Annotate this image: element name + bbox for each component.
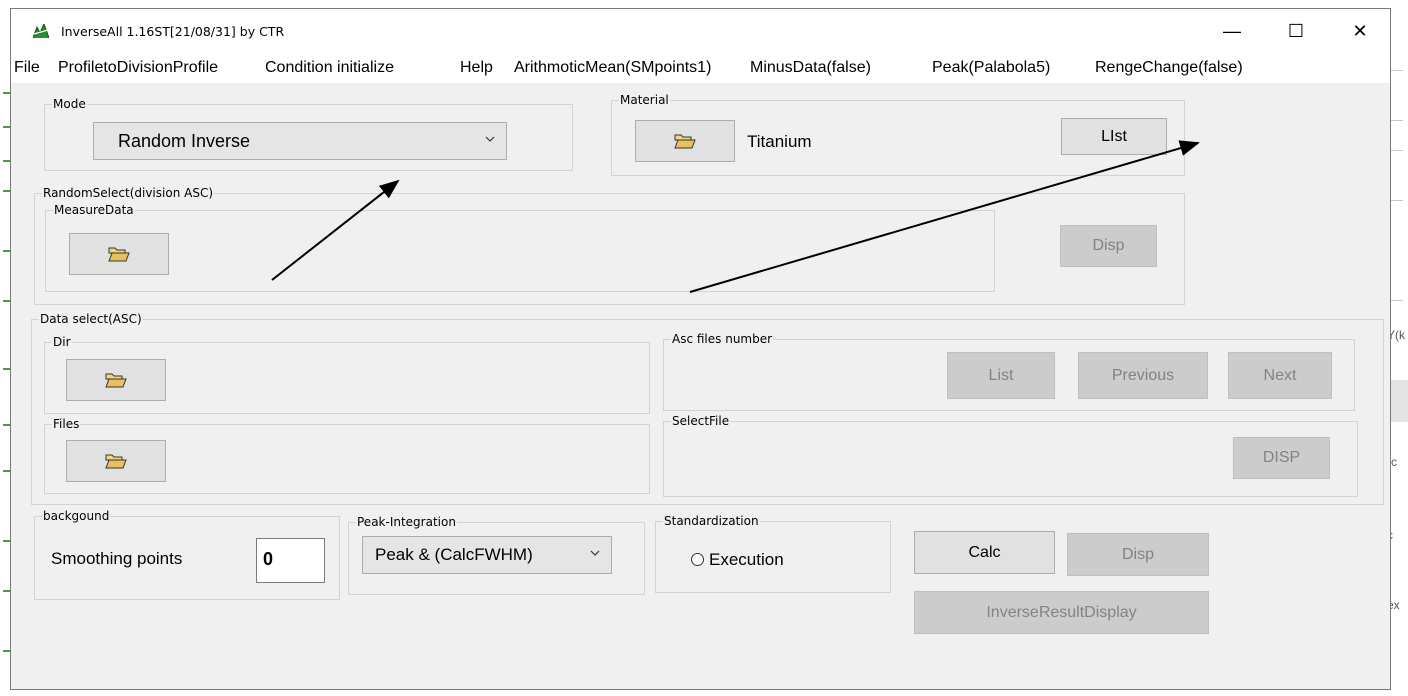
minimize-button[interactable]: — (1209, 9, 1255, 53)
measure-data-open-button[interactable] (69, 233, 169, 275)
random-select-legend: RandomSelect(division ASC) (43, 186, 214, 200)
files-legend: Files (53, 417, 80, 431)
menu-bar: File ProfiletoDivisionProfile Condition … (11, 53, 1390, 83)
peak-integration-value: Peak & (CalcFWHM) (375, 545, 533, 564)
title-bar[interactable]: InverseAll 1.16ST[21/08/31] by CTR — ☐ ✕ (11, 9, 1390, 53)
app-logo-icon (33, 24, 49, 38)
smoothing-points-label: Smoothing points (51, 549, 183, 568)
menu-help[interactable]: Help (460, 59, 493, 77)
measure-data-group: MeasureData (45, 204, 995, 292)
material-name: Titanium (747, 132, 812, 151)
inverse-result-display-button[interactable]: InverseResultDisplay (914, 591, 1209, 634)
window-title: InverseAll 1.16ST[21/08/31] by CTR (61, 24, 285, 39)
asc-list-button[interactable]: List (947, 352, 1055, 399)
asc-next-button[interactable]: Next (1228, 352, 1332, 399)
peak-integration-legend: Peak-Integration (357, 515, 456, 529)
maximize-button[interactable]: ☐ (1273, 9, 1319, 53)
open-folder-icon (108, 247, 130, 262)
menu-range-change[interactable]: RengeChange(false) (1095, 59, 1243, 77)
select-file-legend: SelectFile (672, 414, 730, 428)
result-disp-button[interactable]: Disp (1067, 533, 1209, 576)
background-legend: backgound (43, 509, 110, 523)
calc-button[interactable]: Calc (914, 531, 1055, 574)
smoothing-points-input[interactable]: 0 (256, 538, 325, 583)
open-folder-icon (105, 454, 127, 469)
open-folder-icon (674, 134, 696, 149)
mode-select[interactable]: Random Inverse (93, 122, 507, 160)
background-app-left-strip (0, 0, 12, 696)
files-open-button[interactable] (66, 440, 166, 482)
menu-minus-data[interactable]: MinusData(false) (750, 59, 871, 77)
menu-profile-to-division[interactable]: ProfiletoDivisionProfile (58, 59, 218, 77)
close-button[interactable]: ✕ (1337, 9, 1383, 53)
asc-files-number-legend: Asc files number (672, 332, 773, 346)
material-legend: Material (620, 93, 669, 107)
menu-peak[interactable]: Peak(Palabola5) (932, 59, 1050, 77)
execution-radio[interactable] (691, 553, 704, 566)
menu-file[interactable]: File (14, 59, 40, 77)
open-folder-icon (105, 373, 127, 388)
asc-previous-button[interactable]: Previous (1078, 352, 1208, 399)
chevron-down-icon (485, 136, 495, 142)
material-list-button[interactable]: LIst (1061, 118, 1167, 155)
main-window: InverseAll 1.16ST[21/08/31] by CTR — ☐ ✕… (10, 8, 1391, 690)
measure-data-legend: MeasureData (54, 203, 134, 217)
chevron-down-icon (590, 550, 600, 556)
menu-arithmetic-mean[interactable]: ArithmoticMean(SMpoints1) (514, 59, 711, 77)
peak-integration-select[interactable]: Peak & (CalcFWHM) (362, 536, 612, 574)
random-disp-button[interactable]: Disp (1060, 225, 1157, 267)
standardization-legend: Standardization (664, 514, 759, 528)
close-icon: ✕ (1352, 20, 1368, 41)
menu-condition-initialize[interactable]: Condition initialize (265, 59, 394, 77)
material-open-button[interactable] (635, 120, 735, 162)
mode-legend: Mode (53, 97, 86, 111)
mode-select-value: Random Inverse (118, 131, 251, 151)
execution-label: Execution (709, 550, 784, 569)
minimize-icon: — (1223, 20, 1241, 41)
dir-legend: Dir (53, 335, 71, 349)
data-select-legend: Data select(ASC) (40, 312, 142, 326)
dir-open-button[interactable] (66, 359, 166, 401)
maximize-icon: ☐ (1287, 20, 1305, 41)
select-file-disp-button[interactable]: DISP (1233, 437, 1330, 479)
